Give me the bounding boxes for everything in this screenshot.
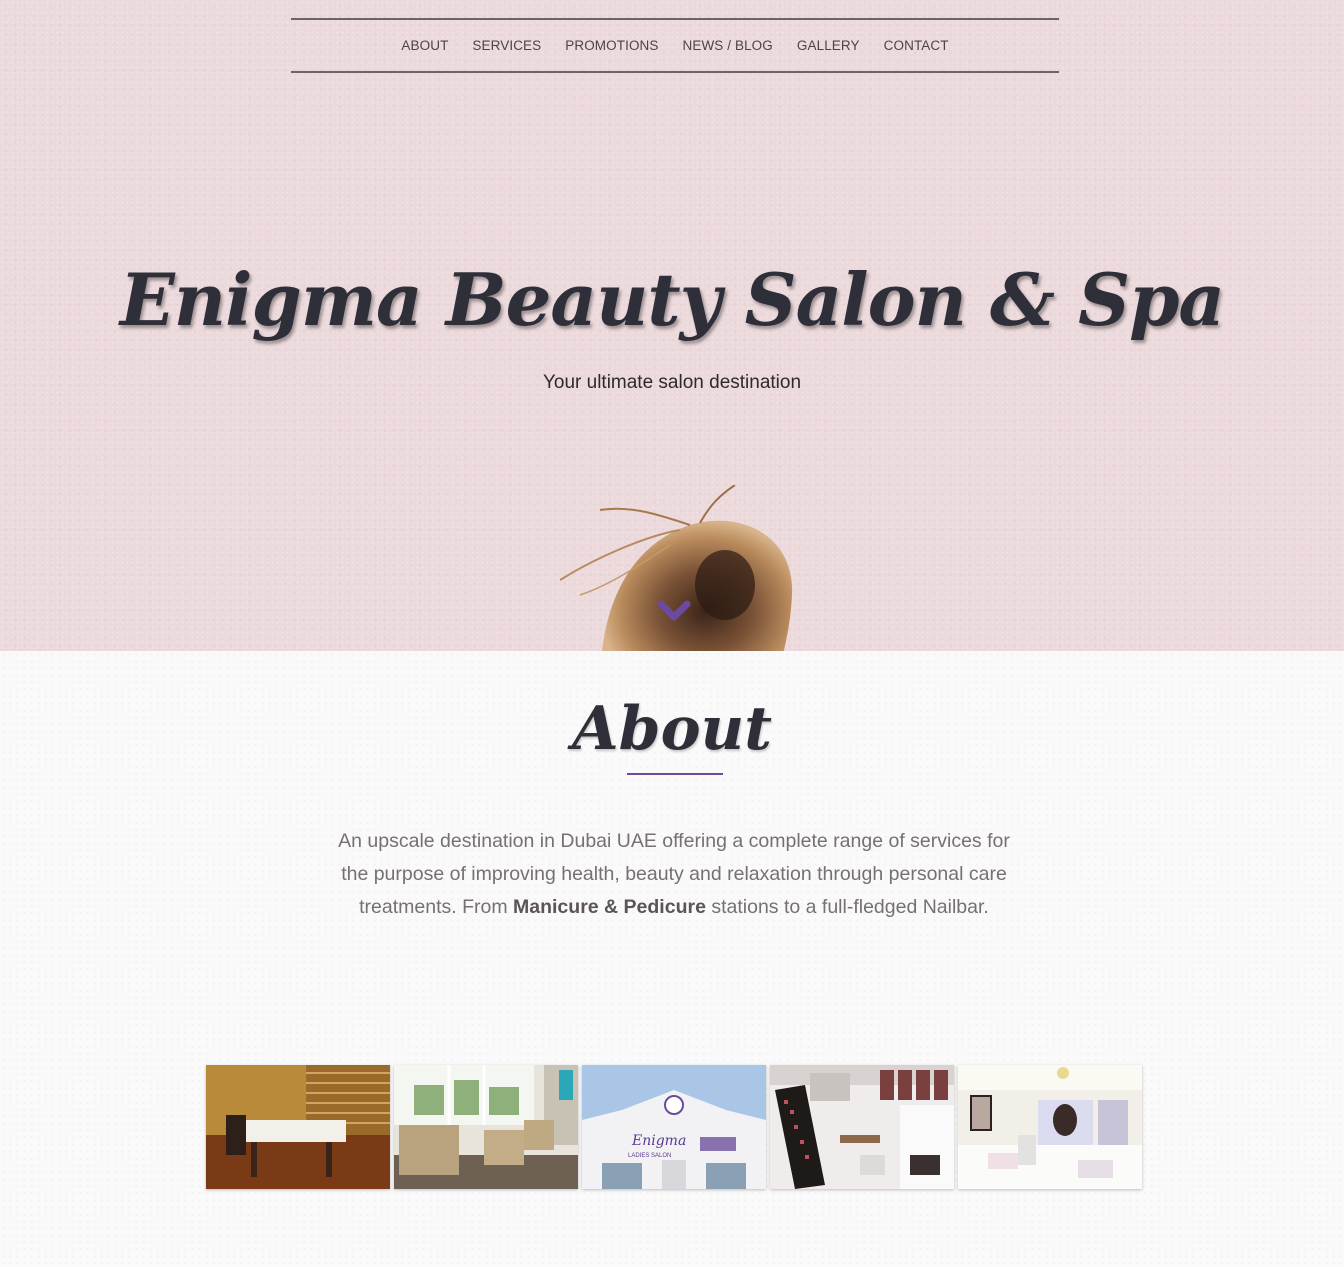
hero-section: ABOUT SERVICES PROMOTIONS NEWS / BLOG GA…: [0, 0, 1344, 651]
nav-news-blog[interactable]: NEWS / BLOG: [671, 38, 785, 53]
about-text-end: stations to a full-fledged Nailbar.: [705, 896, 989, 918]
sign-text-en: Enigma: [631, 1133, 686, 1149]
sign-text-sub: LADIES SALON: [628, 1153, 671, 1159]
about-section: About An upscale destination in Dubai UA…: [0, 651, 1344, 1267]
gallery-thumb-lounge-chairs[interactable]: [394, 1065, 578, 1189]
gallery-thumb-salon-interior[interactable]: [958, 1065, 1142, 1189]
main-nav: ABOUT SERVICES PROMOTIONS NEWS / BLOG GA…: [291, 18, 1059, 73]
gallery-thumb-treatment-room[interactable]: [206, 1065, 390, 1189]
nav-about[interactable]: ABOUT: [389, 38, 460, 53]
nav-promotions[interactable]: PROMOTIONS: [553, 38, 670, 53]
about-title-underline: [627, 773, 723, 775]
hero-subtitle: Your ultimate salon destination: [542, 372, 802, 393]
hero-title: Enigma Beauty Salon & Spa: [119, 257, 1225, 342]
chevron-down-icon[interactable]: [657, 598, 691, 624]
gallery-thumb-salon-exterior[interactable]: Enigma LADIES SALON: [582, 1065, 766, 1189]
gallery-thumb-makeup-station[interactable]: [770, 1065, 954, 1189]
about-description: An upscale destination in Dubai UAE offe…: [322, 825, 1026, 924]
nav-gallery[interactable]: GALLERY: [785, 38, 872, 53]
hair-image: [560, 485, 793, 651]
nav-services[interactable]: SERVICES: [460, 38, 553, 53]
about-title: About: [572, 694, 772, 764]
nav-contact[interactable]: CONTACT: [872, 38, 961, 53]
gallery-strip: Enigma LADIES SALON: [206, 1065, 1144, 1189]
about-text-highlight: Manicure & Pedicure: [513, 896, 706, 918]
